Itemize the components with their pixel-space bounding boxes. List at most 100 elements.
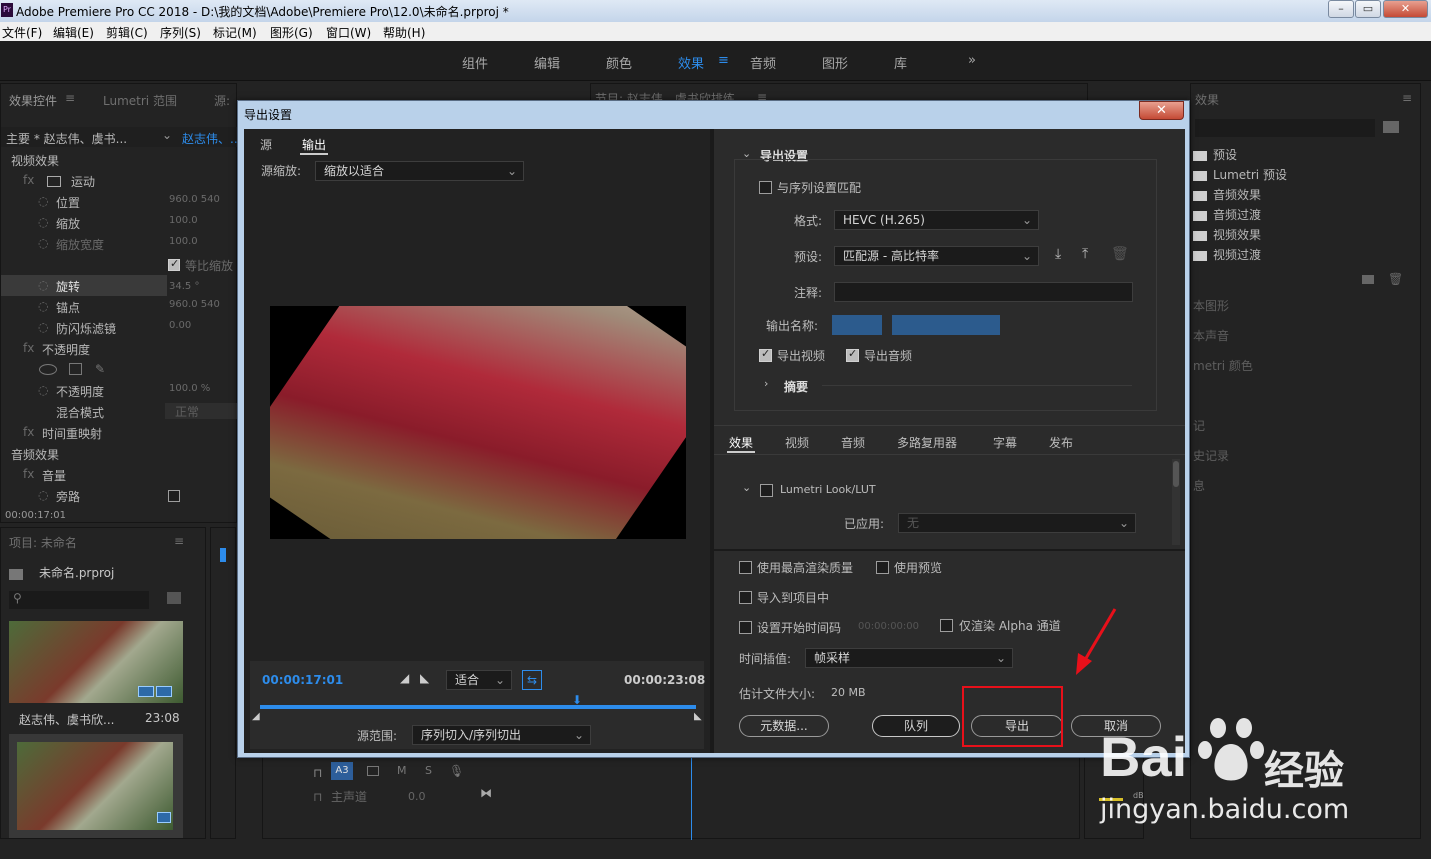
effects-folder-video-transitions[interactable]: 视频过渡: [1193, 246, 1261, 263]
playhead-marker-icon[interactable]: ⬇: [572, 693, 582, 707]
chevron-down-icon[interactable]: ⌄: [162, 128, 172, 142]
tab-audio[interactable]: 音频: [841, 434, 865, 451]
menu-help[interactable]: 帮助(H): [383, 24, 425, 41]
set-start-timecode-checkbox[interactable]: [739, 621, 752, 634]
settings-scrollbar[interactable]: [1172, 459, 1180, 545]
keyframe-nav-icon[interactable]: ⧓: [480, 786, 492, 800]
workspace-audio[interactable]: 音频: [750, 53, 776, 72]
max-render-quality-checkbox[interactable]: [739, 561, 752, 574]
tab-output[interactable]: 输出: [302, 136, 326, 153]
workspace-assembly[interactable]: 组件: [462, 53, 488, 72]
tab-captions[interactable]: 字幕: [993, 434, 1017, 451]
effect-row-blend-mode[interactable]: 混合模式 正常: [1, 401, 237, 422]
in-marker-icon[interactable]: ◢: [252, 711, 260, 722]
effects-menu-icon[interactable]: ≡: [1402, 91, 1412, 105]
source-range-dropdown[interactable]: 序列切入/序列切出 ⌄: [412, 725, 591, 745]
summary-label[interactable]: 摘要: [784, 378, 808, 395]
menu-sequence[interactable]: 序列(S): [160, 24, 201, 41]
effects-folder-lumetri-presets[interactable]: Lumetri 预设: [1193, 166, 1287, 183]
zoom-fit-dropdown[interactable]: 适合 ⌄: [446, 670, 512, 690]
new-bin-icon[interactable]: [1362, 275, 1374, 284]
effect-row-anchor[interactable]: ◌ 锚点 960.0 540: [1, 296, 237, 317]
close-window-button[interactable]: ✕: [1383, 0, 1428, 18]
export-video-checkbox[interactable]: [759, 347, 772, 362]
effects-folder-audio-effects[interactable]: 音频效果: [1193, 186, 1261, 203]
effects-folder-presets[interactable]: 预设: [1193, 146, 1237, 163]
tab-source[interactable]: 源: [260, 136, 272, 153]
delete-preset-icon[interactable]: 🗑: [1111, 246, 1129, 262]
effects-title[interactable]: 效果: [1195, 91, 1219, 108]
export-audio-checkbox[interactable]: [846, 347, 859, 362]
effect-row-bypass[interactable]: ◌ 旁路: [1, 485, 237, 506]
minimize-button[interactable]: –: [1328, 0, 1354, 18]
menu-window[interactable]: 窗口(W): [326, 24, 371, 41]
tab-multiplexer[interactable]: 多路复用器: [897, 434, 957, 451]
effect-row-position[interactable]: ◌ 位置 960.0 540: [1, 191, 237, 212]
workspace-color[interactable]: 颜色: [606, 53, 632, 72]
queue-button[interactable]: 队列: [872, 715, 960, 737]
save-preset-icon[interactable]: ⤓: [1055, 246, 1061, 262]
comment-input[interactable]: [834, 282, 1133, 302]
effect-row-scale-width[interactable]: ◌ 缩放宽度 100.0: [1, 233, 237, 254]
lock-icon[interactable]: ⊓: [313, 766, 322, 780]
panel-history[interactable]: 史记录: [1193, 447, 1229, 464]
format-dropdown[interactable]: HEVC (H.265) ⌄: [834, 210, 1039, 230]
tab-lumetri-scopes[interactable]: Lumetri 范围: [103, 92, 177, 109]
set-in-point-icon[interactable]: ◢: [400, 671, 409, 685]
workspace-overflow-icon[interactable]: »: [968, 53, 976, 68]
maximize-button[interactable]: ▭: [1355, 0, 1381, 18]
workspace-libraries[interactable]: 库: [894, 53, 907, 72]
effect-row-opacity-value[interactable]: ◌ 不透明度 100.0 %: [1, 380, 237, 401]
timecode-in[interactable]: 00:00:17:01: [262, 673, 343, 687]
menu-clip[interactable]: 剪辑(C): [106, 24, 148, 41]
out-marker-icon[interactable]: ◣: [694, 711, 702, 722]
match-sequence-checkbox[interactable]: [759, 181, 772, 194]
clip-thumbnail[interactable]: [9, 621, 183, 703]
render-alpha-only-checkbox[interactable]: [940, 619, 953, 632]
aspect-ratio-correction-icon[interactable]: ⇆: [522, 670, 542, 690]
panel-lumetri-color[interactable]: metri 颜色: [1193, 357, 1253, 374]
mute-button[interactable]: M: [397, 764, 407, 777]
menu-markers[interactable]: 标记(M): [213, 24, 257, 41]
dialog-close-button[interactable]: ✕: [1139, 101, 1184, 120]
tab-video[interactable]: 视频: [785, 434, 809, 451]
collapse-chevron-icon[interactable]: ⌄: [742, 481, 751, 494]
tab-publish[interactable]: 发布: [1049, 434, 1073, 451]
tab-effects[interactable]: 效果: [729, 434, 753, 451]
applied-dropdown[interactable]: 无 ⌄: [898, 513, 1136, 533]
time-interpolation-dropdown[interactable]: 帧采样 ⌄: [805, 648, 1013, 668]
source-scale-dropdown[interactable]: 缩放以适合 ⌄: [315, 161, 524, 181]
effect-row-opacity[interactable]: fx 不透明度: [1, 338, 237, 359]
track-sync-icon[interactable]: [367, 766, 379, 776]
lock-icon[interactable]: ⊓: [313, 790, 322, 804]
workspace-editing[interactable]: 编辑: [534, 53, 560, 72]
import-preset-icon[interactable]: ⤒: [1082, 246, 1088, 262]
tab-effect-controls[interactable]: 效果控件: [9, 92, 57, 109]
panel-info[interactable]: 息: [1193, 477, 1205, 494]
panel-essential-graphics[interactable]: 本图形: [1193, 297, 1229, 314]
track-a3-target[interactable]: A3: [331, 762, 353, 780]
effect-row-volume[interactable]: fx 音量: [1, 464, 237, 485]
pen-mask-icon[interactable]: ✎: [95, 362, 105, 376]
ellipse-mask-icon[interactable]: [39, 364, 57, 375]
sequence-item[interactable]: [9, 734, 183, 838]
output-name-link-file[interactable]: [892, 315, 1000, 335]
panel-menu-icon[interactable]: ≡: [174, 534, 184, 548]
effect-row-scale[interactable]: ◌ 缩放 100.0: [1, 212, 237, 233]
panel-markers[interactable]: 记: [1193, 417, 1205, 434]
selection-tool-icon[interactable]: [220, 548, 226, 562]
preset-dropdown[interactable]: 匹配源 - 高比特率 ⌄: [834, 246, 1039, 266]
effects-folder-audio-transitions[interactable]: 音频过渡: [1193, 206, 1261, 223]
project-search-input[interactable]: ⚲: [9, 591, 149, 609]
master-track-value[interactable]: 0.0: [408, 790, 426, 803]
use-previews-checkbox[interactable]: [876, 561, 889, 574]
tab-source[interactable]: 源:（无剪辑）: [214, 92, 236, 109]
time-ruler[interactable]: [260, 705, 696, 709]
output-name-link[interactable]: [832, 315, 882, 335]
set-out-point-icon[interactable]: ◣: [420, 671, 429, 685]
start-timecode-value[interactable]: 00:00:00:00: [858, 621, 919, 632]
effect-row-time-remap[interactable]: fx 时间重映射: [1, 422, 237, 443]
effects-search-input[interactable]: [1195, 119, 1375, 137]
effect-row-uniform-scale[interactable]: 等比缩放: [1, 254, 237, 275]
import-into-project-checkbox[interactable]: [739, 591, 752, 604]
